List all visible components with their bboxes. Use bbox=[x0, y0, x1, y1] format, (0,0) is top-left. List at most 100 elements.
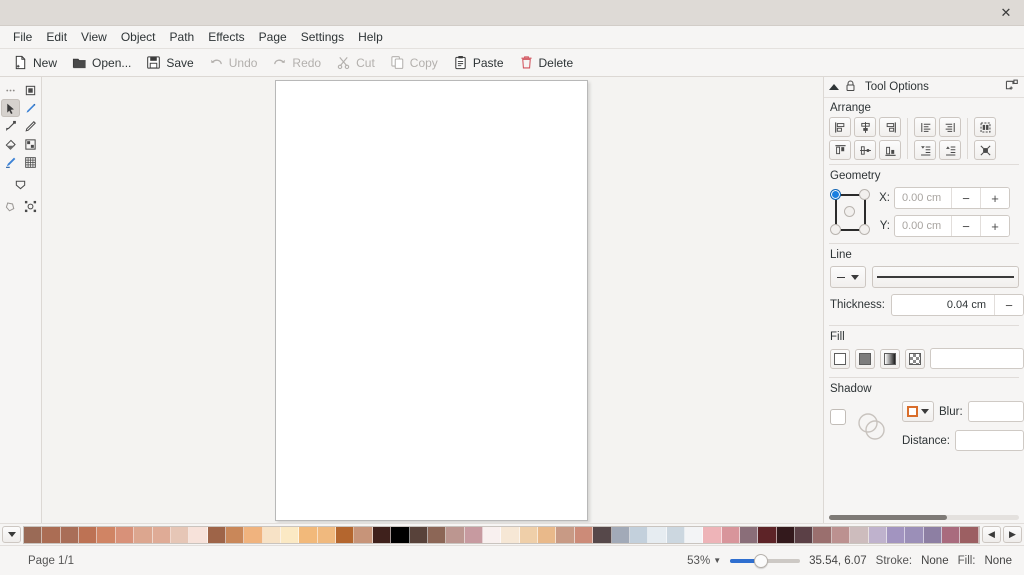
align-bottom-button[interactable] bbox=[879, 140, 901, 160]
shadow-distance-field[interactable] bbox=[955, 430, 1024, 451]
geometry-y-spinner[interactable]: 0.00 cm − + bbox=[894, 215, 1010, 237]
shadow-offset-widget[interactable] bbox=[852, 401, 896, 452]
zoom-slider[interactable] bbox=[730, 554, 800, 568]
geometry-y-decrement[interactable]: − bbox=[951, 216, 980, 236]
ungroup-button[interactable] bbox=[974, 140, 996, 160]
palette-swatch[interactable] bbox=[758, 527, 776, 543]
palette-swatch[interactable] bbox=[556, 527, 574, 543]
palette-swatch[interactable] bbox=[336, 527, 354, 543]
save-button[interactable]: Save bbox=[141, 53, 200, 72]
anchor-top-right[interactable] bbox=[859, 189, 870, 200]
delete-button[interactable]: Delete bbox=[514, 53, 581, 72]
palette-next-button[interactable]: ▶ bbox=[1003, 526, 1022, 543]
path-shape-icon[interactable] bbox=[1, 197, 20, 215]
menu-help[interactable]: Help bbox=[351, 27, 390, 48]
palette-swatch[interactable] bbox=[410, 527, 428, 543]
fill-gradient-button[interactable] bbox=[880, 349, 900, 369]
palette-swatch[interactable] bbox=[318, 527, 336, 543]
dock-horizontal-scrollbar[interactable] bbox=[829, 515, 1019, 520]
anchor-bottom-left[interactable] bbox=[830, 224, 841, 235]
palette-swatch[interactable] bbox=[244, 527, 262, 543]
palette-swatch[interactable] bbox=[61, 527, 79, 543]
palette-swatch[interactable] bbox=[189, 527, 207, 543]
palette-swatch[interactable] bbox=[97, 527, 115, 543]
palette-swatch[interactable] bbox=[24, 527, 42, 543]
palette-swatch[interactable] bbox=[281, 527, 299, 543]
palette-swatch[interactable] bbox=[685, 527, 703, 543]
detach-panel-icon[interactable] bbox=[1005, 79, 1019, 95]
palette-swatch[interactable] bbox=[850, 527, 868, 543]
palette-swatch[interactable] bbox=[722, 527, 740, 543]
align-right-button[interactable] bbox=[879, 117, 901, 137]
geometry-y-increment[interactable]: + bbox=[980, 216, 1009, 236]
palette-swatch[interactable] bbox=[116, 527, 134, 543]
palette-swatch[interactable] bbox=[960, 527, 978, 543]
palette-swatch[interactable] bbox=[612, 527, 630, 543]
fill-none-button[interactable] bbox=[830, 349, 850, 369]
menu-settings[interactable]: Settings bbox=[294, 27, 351, 48]
thickness-spinner[interactable]: 0.04 cm − bbox=[891, 294, 1024, 316]
palette-swatch[interactable] bbox=[575, 527, 593, 543]
document-page[interactable] bbox=[275, 80, 588, 521]
canvas-area[interactable] bbox=[42, 77, 823, 523]
menu-edit[interactable]: Edit bbox=[39, 27, 74, 48]
palette-swatch[interactable] bbox=[354, 527, 372, 543]
group-button[interactable] bbox=[974, 117, 996, 137]
menu-effects[interactable]: Effects bbox=[201, 27, 251, 48]
fill-tool-icon[interactable] bbox=[1, 135, 20, 153]
palette-swatch[interactable] bbox=[905, 527, 923, 543]
bring-to-front-button[interactable] bbox=[914, 117, 936, 137]
anchor-bottom-right[interactable] bbox=[859, 224, 870, 235]
menu-page[interactable]: Page bbox=[252, 27, 294, 48]
align-left-button[interactable] bbox=[829, 117, 851, 137]
geometry-x-spinner[interactable]: 0.00 cm − + bbox=[894, 187, 1010, 209]
palette-swatch[interactable] bbox=[153, 527, 171, 543]
padlock-icon[interactable] bbox=[845, 80, 856, 95]
palette-swatch[interactable] bbox=[593, 527, 611, 543]
palette-swatch[interactable] bbox=[538, 527, 556, 543]
new-button[interactable]: New bbox=[8, 53, 64, 72]
open-button[interactable]: Open... bbox=[67, 53, 138, 72]
shadow-color-combo[interactable] bbox=[902, 401, 934, 422]
palette-swatch[interactable] bbox=[887, 527, 905, 543]
palette-swatch[interactable] bbox=[942, 527, 960, 543]
cut-button[interactable]: Cut bbox=[331, 53, 382, 72]
select-shapes-icon[interactable] bbox=[21, 81, 40, 99]
geometry-x-increment[interactable]: + bbox=[980, 188, 1009, 208]
shadow-enable-checkbox[interactable] bbox=[830, 409, 846, 425]
raise-button[interactable] bbox=[939, 117, 961, 137]
menu-path[interactable]: Path bbox=[163, 27, 202, 48]
more-tools-icon[interactable] bbox=[1, 81, 20, 99]
palette-swatch[interactable] bbox=[465, 527, 483, 543]
palette-swatch[interactable] bbox=[924, 527, 942, 543]
undo-button[interactable]: Undo bbox=[204, 53, 265, 72]
pencil-icon[interactable] bbox=[21, 117, 40, 135]
palette-swatch[interactable] bbox=[226, 527, 244, 543]
palette-swatch[interactable] bbox=[813, 527, 831, 543]
triangle-up-icon[interactable] bbox=[829, 84, 839, 90]
palette-swatch[interactable] bbox=[648, 527, 666, 543]
palette-swatch[interactable] bbox=[263, 527, 281, 543]
align-top-button[interactable] bbox=[829, 140, 851, 160]
zoom-selector[interactable]: 53% ▼ bbox=[687, 555, 721, 567]
palette-swatch[interactable] bbox=[373, 527, 391, 543]
fill-color-field[interactable] bbox=[930, 348, 1024, 369]
anchor-center[interactable] bbox=[844, 206, 855, 217]
thickness-decrement[interactable]: − bbox=[994, 295, 1023, 315]
align-middle-vertical-button[interactable] bbox=[854, 140, 876, 160]
menu-view[interactable]: View bbox=[74, 27, 114, 48]
shape-polygon-icon[interactable] bbox=[11, 175, 30, 193]
palette-swatch[interactable] bbox=[171, 527, 189, 543]
thickness-value[interactable]: 0.04 cm bbox=[892, 295, 994, 315]
node-edit-icon[interactable] bbox=[1, 117, 20, 135]
fill-value[interactable]: None bbox=[985, 555, 1013, 567]
palette-swatch[interactable] bbox=[446, 527, 464, 543]
fill-solid-button[interactable] bbox=[855, 349, 875, 369]
palette-swatch[interactable] bbox=[428, 527, 446, 543]
lower-button[interactable] bbox=[914, 140, 936, 160]
send-to-back-button[interactable] bbox=[939, 140, 961, 160]
close-window-button[interactable]: ✕ bbox=[993, 3, 1019, 23]
line-style-combo[interactable] bbox=[830, 266, 866, 288]
pointer-select-icon[interactable] bbox=[1, 99, 20, 117]
calligraphy-pen-icon[interactable] bbox=[21, 99, 40, 117]
